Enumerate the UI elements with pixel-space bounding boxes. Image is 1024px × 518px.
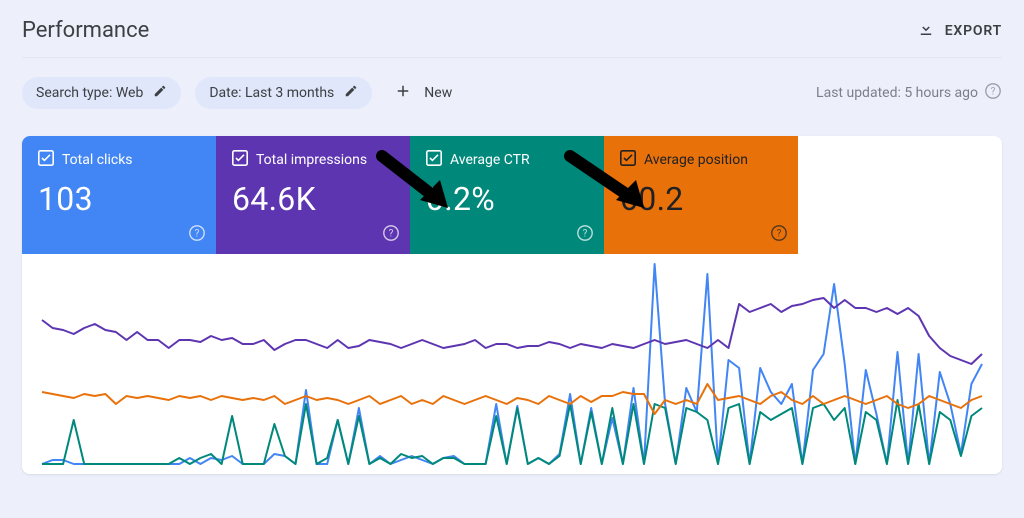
last-updated-text: Last updated: 5 hours ago: [816, 85, 978, 101]
svg-text:?: ?: [991, 87, 996, 98]
export-label: EXPORT: [945, 23, 1002, 39]
checkbox-checked-icon: [426, 150, 442, 170]
filter-chip-label: Search type: Web: [36, 85, 143, 101]
metric-label: Average CTR: [450, 152, 530, 168]
metric-value: 64.6K: [232, 180, 394, 218]
checkbox-checked-icon: [38, 150, 54, 170]
pencil-icon: [344, 84, 358, 102]
new-label: New: [424, 85, 452, 101]
last-updated: Last updated: 5 hours ago ?: [816, 82, 1002, 104]
performance-card: Total clicks 103 ? Total impressions 64.…: [22, 136, 1002, 474]
plus-icon: [394, 82, 412, 104]
help-icon[interactable]: ?: [382, 224, 400, 246]
export-button[interactable]: EXPORT: [917, 20, 1002, 42]
svg-text:?: ?: [583, 229, 588, 240]
download-icon: [917, 20, 935, 42]
help-icon[interactable]: ?: [770, 224, 788, 246]
pencil-icon: [153, 84, 167, 102]
metric-value: 60.2: [620, 180, 782, 218]
filter-chip-search-type[interactable]: Search type: Web: [22, 77, 181, 109]
metric-average-ctr[interactable]: Average CTR 0.2% ?: [410, 136, 604, 254]
metric-value: 103: [38, 180, 200, 218]
metric-total-impressions[interactable]: Total impressions 64.6K ?: [216, 136, 410, 254]
metric-label: Total clicks: [62, 152, 133, 168]
metrics-row: Total clicks 103 ? Total impressions 64.…: [22, 136, 1002, 254]
metric-label: Total impressions: [256, 152, 367, 168]
metric-label: Average position: [644, 152, 748, 168]
svg-text:?: ?: [195, 229, 200, 240]
metric-value: 0.2%: [426, 180, 588, 218]
checkbox-checked-icon: [232, 150, 248, 170]
help-icon[interactable]: ?: [984, 82, 1002, 104]
page-title: Performance: [22, 18, 149, 43]
help-icon[interactable]: ?: [576, 224, 594, 246]
checkbox-checked-icon: [620, 150, 636, 170]
help-icon[interactable]: ?: [188, 224, 206, 246]
metric-total-clicks[interactable]: Total clicks 103 ?: [22, 136, 216, 254]
new-filter-button[interactable]: New: [386, 76, 460, 110]
filter-chip-label: Date: Last 3 months: [209, 85, 334, 101]
svg-text:?: ?: [389, 229, 394, 240]
performance-chart[interactable]: [22, 254, 1002, 474]
metric-average-position[interactable]: Average position 60.2 ?: [604, 136, 798, 254]
filter-chip-date[interactable]: Date: Last 3 months: [195, 77, 372, 109]
svg-text:?: ?: [777, 229, 782, 240]
